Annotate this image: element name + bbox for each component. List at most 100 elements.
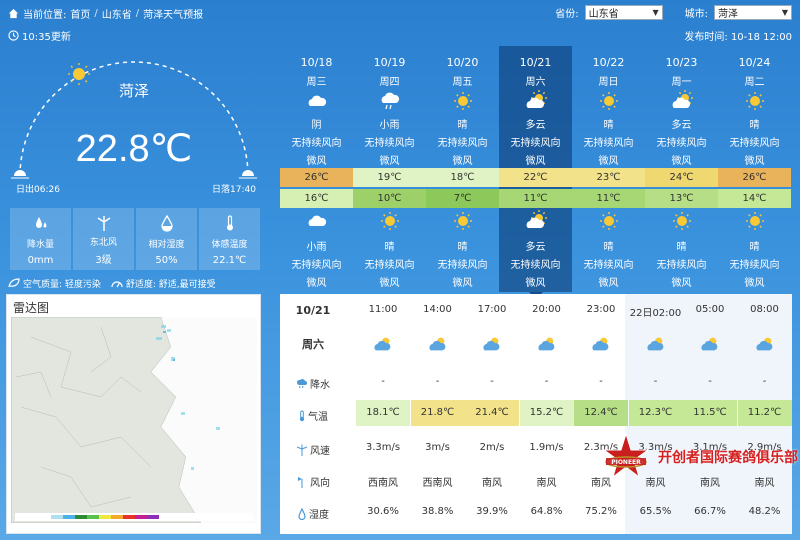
night-condition: 多云 <box>525 242 546 253</box>
day-wind-direction: 无持续风向 <box>729 138 780 149</box>
index-value: 0mm <box>27 255 54 266</box>
hourly-humidity: 75.2% <box>585 506 617 517</box>
rain-cloud-icon <box>296 378 307 388</box>
hourly-precipitation: - <box>762 376 767 387</box>
thermometer-icon <box>299 410 305 421</box>
day-condition: 晴 <box>603 120 614 131</box>
current-city: 菏泽 <box>118 82 149 100</box>
location-label: 当前位置: <box>23 9 67 21</box>
night-condition: 晴 <box>676 242 687 253</box>
breadcrumb-home-link[interactable]: 首页 <box>70 6 90 21</box>
night-condition: 小雨 <box>306 242 327 253</box>
forecast-date: 10/19 <box>373 56 406 69</box>
sunny-icon <box>572 210 645 230</box>
breadcrumb-current: 菏泽天气预报 <box>143 9 204 21</box>
row-label-temp: 气温 <box>280 408 346 423</box>
row-label-precip: 降水 <box>280 376 346 391</box>
forecast-day-10-19[interactable]: 10/19 周四 小雨 无持续风向 微风 19℃ 10℃ 晴无持续风向 微风 <box>353 46 426 292</box>
breadcrumb-province-link[interactable]: 山东省 <box>102 6 132 21</box>
day-wind-direction: 无持续风向 <box>510 138 561 149</box>
low-temperature: 7℃ <box>426 189 499 208</box>
index-label: 相对湿度 <box>148 240 185 250</box>
low-temperature: 10℃ <box>353 189 426 208</box>
forecast-weekday: 周三 <box>306 77 327 88</box>
partly-cloudy-icon <box>499 210 572 230</box>
hourly-temperature: 15.2℃ <box>519 400 574 426</box>
hourly-wind-speed: 3m/s <box>425 442 450 453</box>
forecast-date: 10/23 <box>665 56 698 69</box>
low-temperature: 14℃ <box>718 189 791 208</box>
hourly-time: 08:00 <box>750 304 779 315</box>
hourly-precipitation: - <box>599 376 603 387</box>
sunset-time: 日落17:40 <box>212 185 256 195</box>
sunny-icon <box>353 210 426 230</box>
low-temperature: 13℃ <box>645 189 718 208</box>
hourly-time: 22日02:00 <box>629 308 682 319</box>
chevron-down-icon: ▼ <box>652 8 659 17</box>
hourly-wind-speed: 2m/s <box>479 442 505 453</box>
index-label: 体感温度 <box>211 240 248 250</box>
air-quality-text: 空气质量: 轻度污染 <box>23 279 101 290</box>
city-label: 城市: <box>684 9 708 20</box>
province-select[interactable]: 山东省 ▼ <box>584 5 663 20</box>
partly-cloudy-icon <box>465 334 519 357</box>
partly-cloudy-icon <box>645 90 718 110</box>
humidity-icon <box>160 214 173 232</box>
forecast-day-10-21[interactable]: 10/21 周六 多云 无持续风向 微风 22℃ 11℃ 多云 无持续风向 微风 <box>499 46 572 292</box>
day-wind-direction: 无持续风向 <box>364 138 415 149</box>
pioneer-emblem-icon: PIONEER <box>602 432 650 479</box>
high-temperature: 24℃ <box>645 168 718 187</box>
forecast-day-10-18[interactable]: 10/18 周三阴无持续风向 微风 26℃ 16℃ 小雨 无持续风向 微风 <box>280 46 353 292</box>
night-condition: 晴 <box>603 242 614 253</box>
city-select[interactable]: 菏泽 ▼ <box>714 5 792 20</box>
radar-map[interactable] <box>11 317 257 523</box>
index-value: 3级 <box>95 255 112 266</box>
index-label: 东北风 <box>89 238 117 248</box>
hourly-time: 14:00 <box>423 304 452 315</box>
day-condition: 阴 <box>311 120 322 131</box>
day-wind-level: 微风 <box>452 156 473 167</box>
night-condition: 晴 <box>457 242 468 253</box>
forecast-day-10-24[interactable]: 10/24 周二晴无持续风向 微风 26℃ 14℃ 晴无持续风向 微风 <box>718 46 791 292</box>
comfort-text: 舒适度: 舒适,最可接受 <box>125 279 216 290</box>
night-condition: 晴 <box>384 242 395 253</box>
air-quality: 空气质量: 轻度污染 <box>8 277 101 290</box>
partly-cloudy-icon <box>629 334 683 357</box>
chevron-down-icon: ▼ <box>781 8 788 17</box>
row-label-winddir: 风向 <box>280 474 346 489</box>
partly-cloudy-icon <box>574 334 628 357</box>
hourly-time: 20:00 <box>532 304 561 315</box>
forecast-date: 10/20 <box>446 56 479 69</box>
day-wind-direction: 无持续风向 <box>291 138 342 149</box>
night-wind-direction: 无持续风向 <box>583 260 634 271</box>
wind-turbine-icon <box>296 444 308 456</box>
high-temperature: 26℃ <box>718 168 791 187</box>
hourly-humidity: 30.6% <box>367 506 399 517</box>
night-wind-level: 微风 <box>744 278 765 289</box>
radar-title: 雷达图 <box>13 301 50 315</box>
hourly-humidity: 65.5% <box>639 506 672 517</box>
leaf-icon <box>8 278 20 288</box>
forecast-day-10-20[interactable]: 10/20 周五晴无持续风向 微风 18℃ 7℃ 晴无持续风向 微风 <box>426 46 499 292</box>
forecast-date: 10/21 <box>519 56 552 69</box>
partly-cloudy-icon <box>411 334 465 357</box>
current-temperature: 22.8℃ <box>75 128 193 170</box>
high-temperature: 26℃ <box>280 168 353 187</box>
forecast-day-10-22[interactable]: 10/22 周日晴无持续风向 微风 23℃ 11℃ 晴无持续风向 微风 <box>572 46 645 292</box>
high-temperature: 18℃ <box>426 168 499 187</box>
partly-cloudy-icon <box>356 334 410 357</box>
emblem-text: PIONEER <box>611 459 641 466</box>
day-wind-direction: 无持续风向 <box>437 138 488 149</box>
top-bar: 当前位置: 首页 / 山东省 / 菏泽天气预报 省份: 山东省 ▼ 城市: 菏泽 ▼ <box>0 0 800 26</box>
index-value: 22.1℃ <box>212 255 247 266</box>
index-value: 50% <box>155 255 178 266</box>
forecast-weekday: 周五 <box>452 77 473 88</box>
updated-text: 10:35更新 <box>22 31 71 43</box>
hourly-wind-speed: 3.3m/s <box>365 442 401 453</box>
forecast-weekday: 周一 <box>671 77 692 88</box>
update-bar: 10:35更新 发布时间: 10-18 12:00 <box>0 26 800 44</box>
cloudy-night-icon <box>280 210 353 230</box>
forecast-day-10-23[interactable]: 10/23 周一 多云 无持续风向 微风 24℃ 13℃ 晴无持续风向 微风 <box>645 46 718 292</box>
index-label: 降水量 <box>26 240 54 250</box>
night-condition: 晴 <box>749 242 760 253</box>
